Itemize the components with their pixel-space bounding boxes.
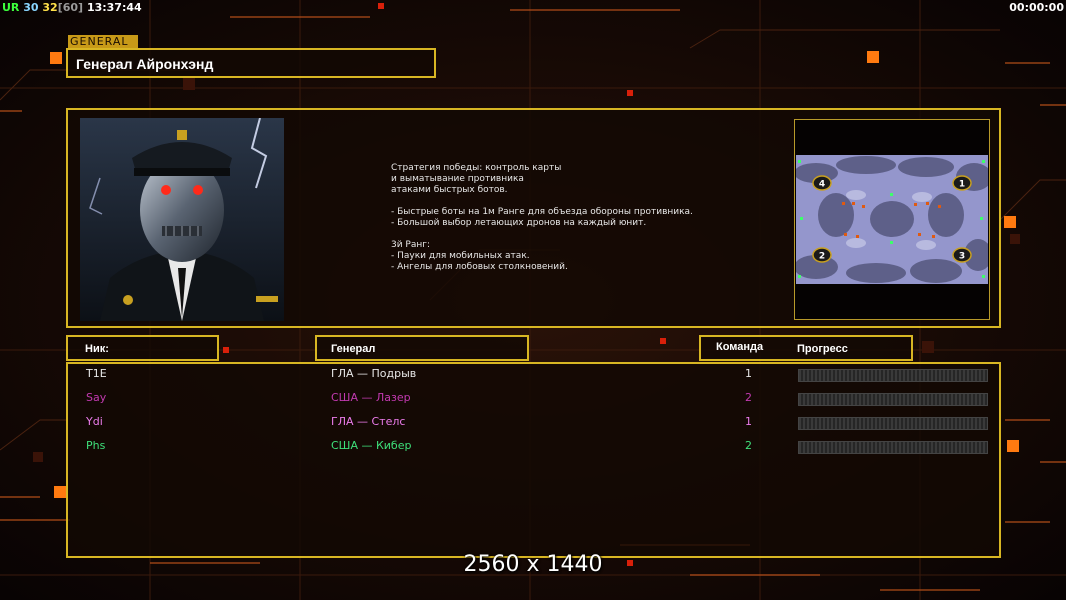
player-row: Say США — Лазер 2 [0,391,1066,407]
ur-label: UR [2,1,20,14]
header-general: Генерал [315,335,529,361]
player-progress-bar [798,417,988,430]
player-nick: Phs [86,439,106,452]
clock: 13:37:44 [86,1,142,14]
general-portrait [80,118,284,321]
player-team: 2 [745,439,752,452]
player-team: 2 [745,391,752,404]
player-progress-bar [798,441,988,454]
map-preview[interactable]: 4 1 2 3 [796,155,988,284]
general-tag: GENERAL [68,35,138,48]
player-team: 1 [745,367,752,380]
player-progress-bar [798,369,988,382]
header-team-progress: Команда Прогресс [699,335,913,361]
resolution-label: 2560 x 1440 [463,552,603,577]
top-status-bar: UR 30 32[60] 13:37:44 00:00:00 [0,0,1066,16]
header-nick: Ник: [66,335,219,361]
general-name-box: Генерал Айронхэнд [66,48,436,78]
header-team-label: Команда [716,341,764,353]
player-general: США — Лазер [331,391,411,404]
start-position-3: 3 [959,252,965,262]
game-timer: 00:00:00 [1009,1,1064,14]
fps-second: 32 [42,1,58,14]
player-general: ГЛА — Стелс [331,415,406,428]
player-row: Ydi ГЛА — Стелс 1 [0,415,1066,431]
player-row: Phs США — Кибер 2 [0,439,1066,455]
player-general: США — Кибер [331,439,412,452]
player-progress-bar [798,393,988,406]
fps-current: 30 [23,1,39,14]
general-name: Генерал Айронхэнд [76,56,214,72]
header-progress-label: Прогресс [797,343,848,355]
start-position-4: 4 [819,180,825,190]
general-description: Стратегия победы: контроль карты и вымат… [391,163,693,272]
header-nick-label: Ник: [85,343,109,355]
player-nick: Say [86,391,107,404]
header-general-label: Генерал [331,343,376,355]
start-position-1: 1 [959,180,965,190]
player-general: ГЛА — Подрыв [331,367,417,380]
fps-clock-readout: UR 30 32[60] 13:37:44 [2,1,142,14]
fps-limit: [60] [57,1,84,14]
player-row: T1E ГЛА — Подрыв 1 [0,367,1066,383]
player-nick: Ydi [86,415,103,428]
player-team: 1 [745,415,752,428]
start-position-2: 2 [819,252,825,262]
player-nick: T1E [86,367,107,380]
